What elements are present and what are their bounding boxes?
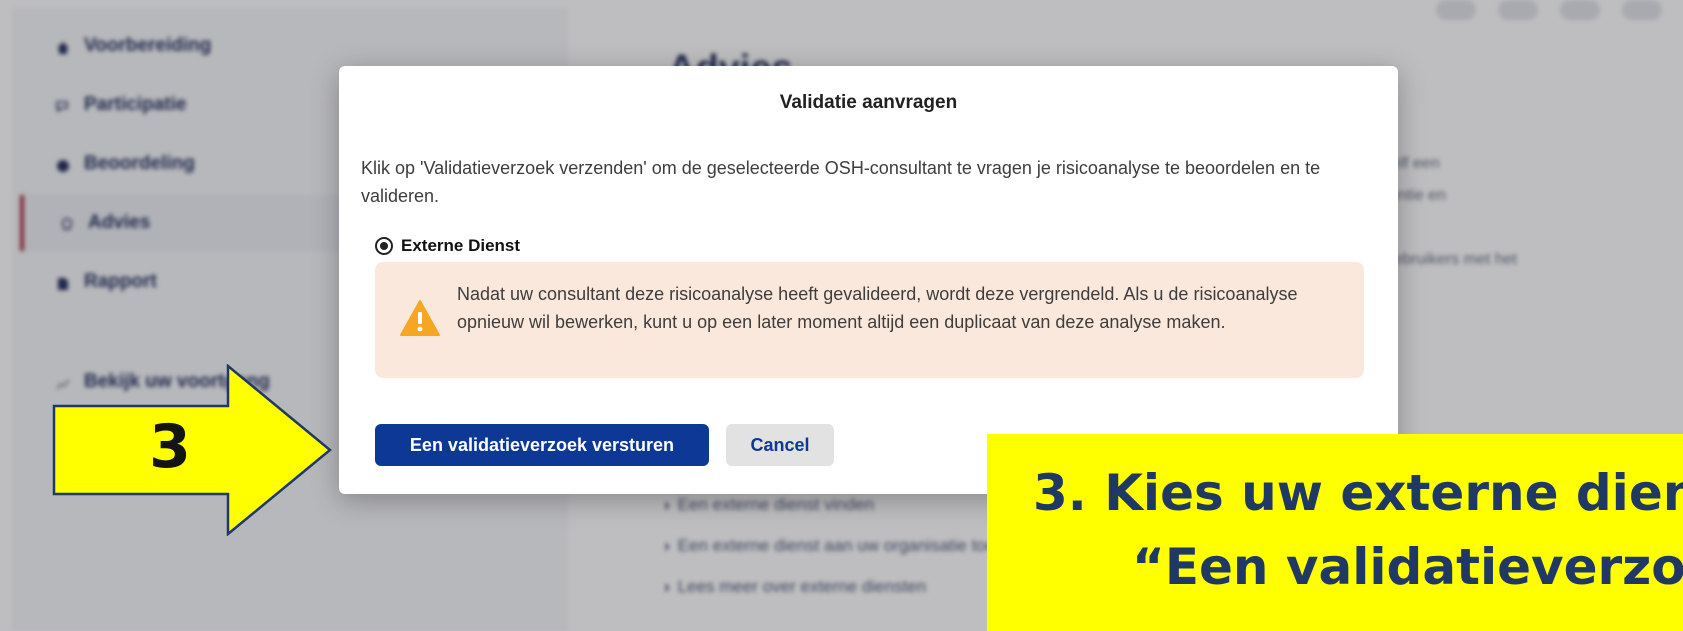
step-number: 3 bbox=[149, 412, 191, 482]
validation-modal: Validatie aanvragen Klik op 'Validatieve… bbox=[339, 66, 1398, 494]
modal-title: Validatie aanvragen bbox=[779, 92, 958, 113]
instruction-callout: 3. Kies uw externe dien “Een validatieve… bbox=[987, 434, 1683, 631]
callout-line-1: 3. Kies uw externe dien bbox=[1033, 464, 1683, 522]
alert-text: Nadat uw consultant deze risicoanalyse h… bbox=[457, 284, 1298, 332]
warning-icon bbox=[400, 300, 440, 336]
callout-line-2: “Een validatieverzoel bbox=[1132, 538, 1683, 596]
send-validation-request-button[interactable]: Een validatieverzoek versturen bbox=[375, 424, 709, 466]
radio-label: Externe Dienst bbox=[401, 236, 521, 255]
cancel-button[interactable]: Cancel bbox=[726, 424, 834, 466]
radio-dot bbox=[380, 242, 388, 250]
radio-selected[interactable] bbox=[375, 237, 393, 255]
external-service-option[interactable]: Externe Dienst bbox=[375, 236, 520, 256]
modal-description: Klik op 'Validatieverzoek verzenden' om … bbox=[361, 158, 1321, 206]
warning-alert: Nadat uw consultant deze risicoanalyse h… bbox=[375, 262, 1364, 378]
